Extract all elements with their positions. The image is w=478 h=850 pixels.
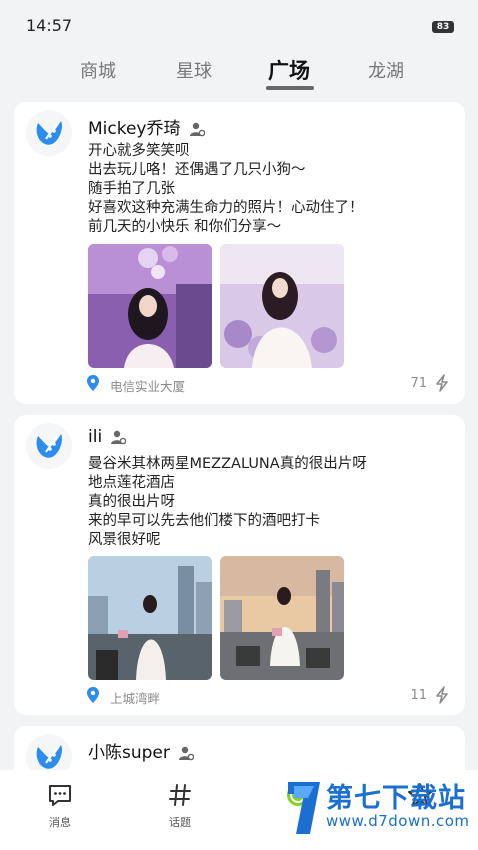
post-card[interactable]: ili 曼谷米其林两星MEZZALUNA真的很出片呀 地点莲花酒店 真的很出片呀… (14, 415, 465, 715)
post-username[interactable]: Mickey乔琦 (88, 114, 205, 139)
username-text[interactable]: 小陈super (88, 743, 170, 763)
post-line: 开心就多笑笑呗 (88, 143, 190, 159)
hashtag-icon (169, 784, 191, 806)
avatar[interactable] (26, 110, 72, 156)
post-line: 出去玩儿咯！还偶遇了几只小狗～ (88, 162, 306, 178)
active-tab-indicator (266, 86, 314, 90)
watermark-logo-icon (288, 782, 320, 834)
tab-square[interactable]: 广场 (268, 55, 310, 85)
post-location[interactable]: 电信实业大厦 (87, 375, 186, 395)
watermark: 第七下载站 www.d7down.com (282, 772, 478, 850)
watermark-url: www.d7down.com (326, 812, 470, 830)
tab-planet[interactable]: 星球 (176, 57, 212, 83)
like-count: 71 (410, 376, 427, 391)
tab-mall[interactable]: 商城 (80, 57, 116, 83)
feed-list[interactable]: Mickey乔琦 开心就多笑笑呗 出去玩儿咯！还偶遇了几只小狗～ 随手拍了几张 … (0, 102, 478, 770)
status-bar: 14:57 83 (0, 0, 478, 52)
username-text[interactable]: Mickey乔琦 (88, 119, 181, 139)
clock-time: 14:57 (26, 16, 73, 35)
post-photo[interactable] (220, 556, 344, 680)
top-tabs: 商城 星球 广场 龙湖 (0, 52, 478, 94)
post-line: 前几天的小快乐 和你们分享～ (88, 219, 282, 235)
location-label: 电信实业大厦 (110, 379, 186, 394)
brand-logo-icon (36, 121, 63, 145)
post-card[interactable]: Mickey乔琦 开心就多笑笑呗 出去玩儿咯！还偶遇了几只小狗～ 随手拍了几张 … (14, 102, 465, 404)
post-line: 真的很出片呀 (88, 494, 175, 510)
post-card[interactable]: 小陈super (14, 726, 465, 770)
tab-longhu[interactable]: 龙湖 (368, 57, 404, 83)
post-location[interactable]: 上城湾畔 (87, 687, 160, 707)
nav-label: 话题 (169, 816, 191, 829)
post-line: 地点莲花酒店 (88, 475, 175, 491)
post-text[interactable]: 开心就多笑笑呗 出去玩儿咯！还偶遇了几只小狗～ 随手拍了几张 好喜欢这种充满生命… (88, 142, 448, 237)
post-line: 曼谷米其林两星MEZZALUNA真的很出片呀 (88, 456, 367, 472)
message-icon (49, 785, 71, 806)
nav-topics[interactable]: 话题 (150, 782, 210, 830)
battery-icon: 83 (432, 21, 454, 33)
nav-label: 消息 (49, 816, 71, 829)
post-line: 来的早可以先去他们楼下的酒吧打卡 (88, 513, 320, 529)
post-photo[interactable] (88, 244, 212, 368)
watermark-title: 第七下载站 (326, 783, 466, 814)
brand-logo-icon (36, 434, 63, 458)
post-photo[interactable] (88, 556, 212, 680)
post-username[interactable]: ili (88, 427, 127, 447)
user-verified-icon (178, 746, 194, 761)
lightning-icon[interactable] (433, 374, 451, 392)
username-text[interactable]: ili (88, 427, 102, 447)
user-verified-icon (189, 122, 205, 137)
like-count: 11 (410, 688, 427, 703)
lightning-icon[interactable] (433, 686, 451, 704)
post-line: 随手拍了几张 (88, 181, 175, 197)
post-photo[interactable] (220, 244, 344, 368)
location-pin-icon (87, 375, 99, 391)
nav-messages[interactable]: 消息 (30, 782, 90, 830)
user-verified-icon (111, 430, 127, 445)
post-username[interactable]: 小陈super (88, 738, 194, 763)
location-pin-icon (87, 687, 99, 703)
avatar[interactable] (26, 423, 72, 469)
avatar[interactable] (26, 734, 72, 770)
post-line: 风景很好呢 (88, 532, 161, 548)
brand-logo-icon (36, 745, 63, 769)
post-text[interactable]: 曼谷米其林两星MEZZALUNA真的很出片呀 地点莲花酒店 真的很出片呀 来的早… (88, 455, 448, 550)
post-line: 好喜欢这种充满生命力的照片！心动住了！ (88, 200, 364, 216)
